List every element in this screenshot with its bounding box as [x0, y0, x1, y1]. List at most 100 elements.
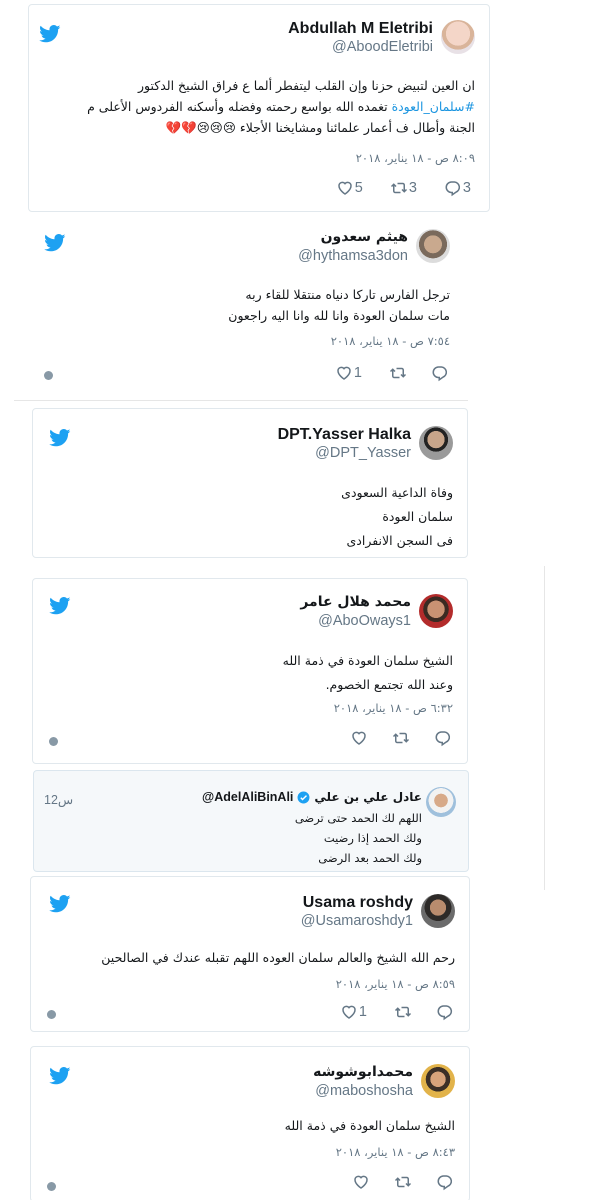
tweet-header: DPT.Yasser Halka @DPT_Yasser [278, 423, 453, 463]
tweet-text-line: الجنة وأطال ف أعمار علمائنا ومشايخنا الأ… [165, 120, 475, 135]
tweet-card: محمدابوشوشه @maboshosha الشيخ سلمان العو… [30, 1046, 470, 1200]
like-button[interactable]: 5 [335, 179, 367, 197]
tweet-date[interactable]: ٨:٤٣ ص - ١٨ يناير، ٢٠١٨ [336, 1145, 455, 1159]
user-handle[interactable]: @AboodEletribi [288, 38, 433, 56]
twitter-bird-icon[interactable] [49, 895, 71, 913]
tweet-date[interactable]: ٨:٠٩ ص - ١٨ يناير، ٢٠١٨ [356, 151, 475, 165]
retweet-button[interactable] [391, 729, 411, 747]
display-name[interactable]: عادل علي بن علي [314, 790, 422, 804]
avatar[interactable] [441, 20, 475, 54]
tweet-header: Abdullah M Eletribi @AboodEletribi [288, 17, 475, 57]
reply-button[interactable] [435, 1003, 455, 1021]
retweet-icon [394, 1006, 412, 1018]
avatar[interactable] [419, 594, 453, 628]
tweet-text-line: ترجل الفارس تاركا دنياه منتقلا للقاء ربه [245, 287, 450, 302]
retweet-button[interactable] [388, 364, 408, 382]
display-name[interactable]: Usama roshdy [301, 893, 413, 912]
heart-icon [352, 731, 366, 745]
tweet-text-line: رحم الله الشيخ والعالم سلمان العوده الله… [101, 950, 455, 965]
avatar[interactable] [416, 229, 450, 263]
tweet-header: محمدابوشوشه @maboshosha [313, 1061, 455, 1101]
info-icon[interactable] [49, 737, 58, 746]
twitter-bird-icon[interactable] [49, 597, 71, 615]
user-handle[interactable]: @AboOways1 [300, 612, 411, 630]
retweet-icon [390, 182, 407, 194]
tweet-text-line: الشيخ سلمان العودة في ذمة الله [282, 653, 453, 668]
tweet-text-line: الشيخ سلمان العودة في ذمة الله [284, 1118, 455, 1133]
tweet-actions [327, 729, 453, 747]
tweet-card: محمد هلال عامر @AboOways1 الشيخ سلمان ال… [32, 578, 468, 764]
retweet-count: 3 [408, 180, 417, 196]
retweet-button[interactable] [393, 1173, 413, 1191]
display-name[interactable]: محمدابوشوشه [313, 1063, 413, 1082]
tweet-text-line: وعند الله تجتمع الخصوم. [325, 677, 453, 692]
user-handle[interactable]: @maboshosha [313, 1082, 413, 1100]
user-handle[interactable]: @DPT_Yasser [278, 444, 411, 462]
tweet-date[interactable]: ٦:٣٢ ص - ١٨ يناير، ٢٠١٨ [334, 701, 453, 715]
user-handle[interactable]: @AdelAliBinAli [202, 790, 293, 804]
display-name[interactable]: محمد هلال عامر [300, 593, 411, 612]
verified-badge-icon [297, 791, 310, 803]
tweet-text: وفاة الداعية السعودى سلمان العودة فى الس… [341, 481, 453, 553]
twitter-bird-icon[interactable] [49, 1067, 71, 1085]
like-count: 1 [353, 365, 362, 381]
tweet-text: الشيخ سلمان العودة في ذمة الله وعند الله… [283, 649, 453, 697]
like-count: 5 [354, 180, 363, 196]
like-button[interactable]: 1 [334, 364, 366, 382]
reply-button[interactable] [430, 364, 450, 382]
tweet-text-line: ولك الحمد إذا رضيت [323, 831, 422, 845]
twitter-bird-icon[interactable] [39, 25, 61, 43]
tweet-text-line: ان العين لتبيض حزنا وإن القلب ليتفطر ألم… [138, 78, 475, 93]
info-icon[interactable] [44, 371, 53, 380]
hashtag-link[interactable]: #سلمان_العودة [392, 99, 475, 114]
quoted-tweet[interactable]: عادل علي بن علي @AdelAliBinAli 12س اللهم… [33, 770, 469, 872]
tweet-header: Usama roshdy @Usamaroshdy1 [301, 891, 455, 931]
tweet-card: Usama roshdy @Usamaroshdy1 رحم الله الشي… [30, 876, 470, 1032]
heart-icon [337, 366, 351, 380]
avatar[interactable] [421, 894, 455, 928]
tweet-text: الشيخ سلمان العودة في ذمة الله [285, 1115, 455, 1136]
retweet-button[interactable]: 3 [389, 179, 421, 197]
tweet-date[interactable]: ٧:٥٤ ص - ١٨ يناير، ٢٠١٨ [331, 334, 450, 348]
display-name[interactable]: DPT.Yasser Halka [278, 425, 411, 444]
tweet-time[interactable]: 12س [44, 792, 73, 807]
avatar[interactable] [419, 426, 453, 460]
tweet-header: هيثم سعدون @hythamsa3don [298, 226, 450, 266]
tweet-text-line: اللهم لك الحمد حتى ترضى [294, 811, 422, 825]
avatar[interactable] [421, 1064, 455, 1098]
tweet-card: Abdullah M Eletribi @AboodEletribi ان ال… [28, 4, 490, 212]
user-handle[interactable]: @Usamaroshdy1 [301, 912, 413, 930]
tweet-text-line: سلمان العودة [382, 509, 453, 524]
like-button[interactable]: 1 [339, 1003, 371, 1021]
divider [544, 566, 545, 890]
tweet-date[interactable]: ٨:٥٩ ص - ١٨ يناير، ٢٠١٨ [336, 977, 455, 991]
tweet-card: هيثم سعدون @hythamsa3don ترجل الفارس تار… [28, 214, 490, 394]
info-icon[interactable] [47, 1010, 56, 1019]
twitter-bird-icon[interactable] [49, 429, 71, 447]
user-handle[interactable]: @hythamsa3don [298, 247, 408, 265]
like-button[interactable] [349, 729, 369, 747]
tweet-text: ان العين لتبيض حزنا وإن القلب ليتفطر ألم… [87, 75, 475, 138]
retweet-icon [389, 367, 407, 379]
tweet-text-line: مات سلمان العودة وانا لله وانا اليه راجع… [228, 308, 450, 323]
tweet-text-line: فى السجن الانفرادى [346, 533, 453, 548]
reply-icon [437, 1175, 453, 1191]
retweet-button[interactable] [393, 1003, 413, 1021]
reply-button[interactable] [435, 1173, 455, 1191]
like-button[interactable] [351, 1173, 371, 1191]
info-icon[interactable] [47, 1182, 56, 1191]
tweet-text: ترجل الفارس تاركا دنياه منتقلا للقاء ربه… [228, 284, 450, 326]
heart-icon [342, 1005, 356, 1019]
reply-button[interactable] [433, 729, 453, 747]
display-name[interactable]: هيثم سعدون [298, 228, 408, 247]
reply-icon [435, 731, 451, 747]
reply-button[interactable]: 3 [443, 179, 475, 197]
retweet-icon [392, 732, 410, 744]
divider [14, 400, 468, 401]
avatar[interactable] [426, 787, 456, 817]
reply-count: 3 [462, 180, 471, 196]
tweet-header: محمد هلال عامر @AboOways1 [300, 591, 453, 631]
display-name[interactable]: Abdullah M Eletribi [288, 19, 433, 38]
twitter-bird-icon[interactable] [44, 234, 66, 252]
reply-icon [432, 366, 448, 382]
